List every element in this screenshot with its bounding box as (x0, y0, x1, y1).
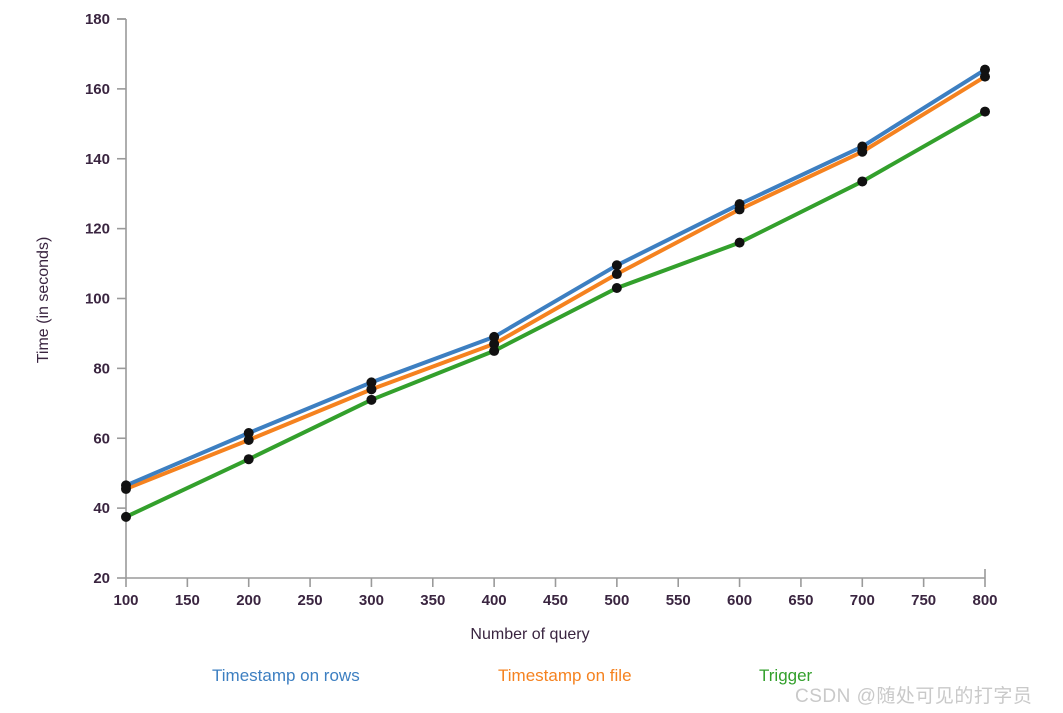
data-point-marker (366, 394, 377, 405)
x-tick-label: 400 (482, 592, 507, 609)
x-tick-label: 500 (604, 592, 629, 609)
y-tick-label: 160 (85, 81, 110, 98)
series-line-timestamp-on-rows (124, 67, 987, 488)
y-tick-label: 40 (93, 500, 110, 517)
series-line-trigger (124, 109, 987, 519)
x-axis-ticks: 100 150 200 250 300 350 400 450 500 550 600 650 700 7… (113, 578, 998, 609)
data-point-marker (121, 511, 131, 522)
x-tick-label: 250 (298, 592, 323, 609)
data-point-marker (734, 204, 745, 215)
legend-item-timestamp-on-rows: Timestamp on rows (212, 666, 360, 685)
y-axis-title: Time (in seconds) (35, 237, 52, 364)
axis-spines (125, 19, 985, 579)
data-point-marker (366, 384, 377, 395)
x-tick-label: 100 (113, 592, 138, 609)
legend-item-timestamp-on-file: Timestamp on file (498, 666, 632, 685)
data-point-marker (611, 283, 622, 294)
data-point-marker (121, 483, 131, 494)
line-chart: 100 150 200 250 300 350 400 450 500 550 600 650 700 7… (0, 0, 1063, 713)
data-point-marker (611, 260, 622, 271)
x-tick-label: 650 (788, 592, 813, 609)
y-tick-label: 20 (93, 570, 110, 587)
data-point-markers (121, 64, 990, 522)
y-tick-label: 60 (93, 430, 110, 447)
y-tick-label: 140 (85, 151, 110, 168)
data-point-marker (243, 454, 254, 465)
data-point-marker (980, 106, 990, 117)
data-point-marker (611, 269, 622, 280)
x-tick-label: 200 (236, 592, 261, 609)
y-tick-label: 100 (85, 291, 110, 308)
data-point-marker (489, 345, 500, 356)
x-axis-title: Number of query (470, 626, 589, 643)
x-tick-label: 550 (666, 592, 691, 609)
y-tick-label: 180 (85, 11, 110, 28)
data-point-marker (857, 176, 868, 187)
axes (117, 18, 986, 579)
data-point-marker (857, 146, 868, 157)
x-tick-label: 150 (175, 592, 200, 609)
y-tick-label: 120 (85, 221, 110, 238)
x-tick-label: 750 (911, 592, 936, 609)
series-line-timestamp-on-file (124, 74, 987, 491)
x-tick-label: 450 (543, 592, 568, 609)
data-point-marker (243, 435, 254, 445)
y-axis-ticks: 20 40 60 80 100 120 140 160 180 (85, 11, 126, 587)
csdn-watermark: CSDN @随处可见的打字员 (795, 686, 1033, 707)
x-tick-label: 700 (850, 592, 875, 609)
x-tick-label: 800 (972, 592, 997, 609)
chart-canvas: 100 150 200 250 300 350 400 450 500 550 600 650 700 7… (35, 11, 998, 643)
y-tick-label: 80 (93, 360, 110, 377)
data-point-marker (980, 71, 990, 82)
data-series (124, 67, 987, 519)
data-point-marker (734, 237, 745, 248)
x-tick-label: 600 (727, 592, 752, 609)
x-tick-label: 350 (420, 592, 445, 609)
x-tick-label: 300 (359, 592, 384, 609)
